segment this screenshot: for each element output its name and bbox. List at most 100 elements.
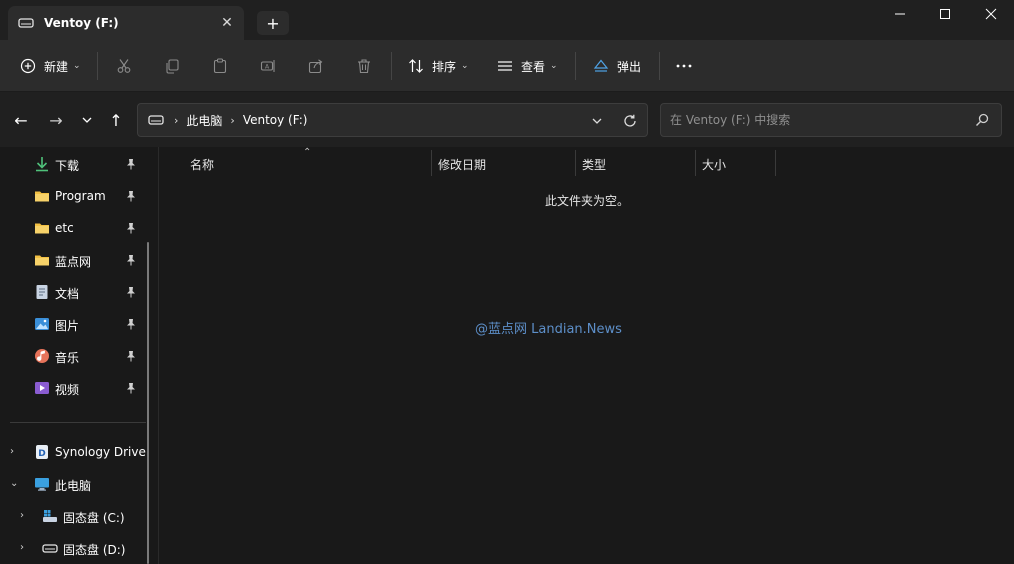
column-header-size[interactable]: 大小 [702, 150, 774, 178]
new-label: 新建 [44, 59, 69, 74]
sidebar-item-videos[interactable]: 视频 [0, 374, 150, 402]
sidebar-item-music[interactable]: 音乐 [0, 342, 150, 370]
sidebar-item-label: 音乐 [55, 351, 80, 365]
column-header-type[interactable]: 类型 [582, 150, 694, 178]
column-header-modified[interactable]: 修改日期 [438, 150, 573, 178]
breadcrumb-separator: › [230, 113, 235, 127]
chevron-down-icon [82, 117, 92, 123]
tab-title: Ventoy (F:) [44, 16, 119, 30]
back-button[interactable]: ← [9, 108, 33, 132]
breadcrumb-separator: › [174, 113, 179, 127]
synology-drive-icon: D [36, 445, 48, 459]
sidebar-item-label: etc [55, 221, 74, 235]
sort-icon [409, 59, 423, 73]
navigation-pane: 下载 Program etc 蓝点网 文档 图片 音乐 视频 › D Synol… [0, 147, 158, 564]
delete-icon [358, 59, 370, 74]
watermark: @蓝点网 Landian.News [475, 322, 622, 337]
sidebar-item-label: 视频 [55, 383, 80, 397]
chevron-right-icon[interactable]: › [20, 510, 24, 521]
sidebar-item-pictures[interactable]: 图片 [0, 310, 150, 338]
sidebar-item-drive-d[interactable]: › 固态盘 (D:) [8, 534, 158, 562]
tab-ventoy[interactable]: Ventoy (F:) ✕ [8, 6, 244, 40]
search-box[interactable] [660, 103, 1002, 137]
chevron-right-icon[interactable]: › [10, 446, 14, 457]
sidebar-item-this-pc[interactable]: ⌄ 此电脑 [0, 470, 150, 498]
up-button[interactable]: ↑ [104, 108, 128, 132]
pin-icon[interactable] [125, 350, 137, 362]
pin-icon[interactable] [125, 222, 137, 234]
address-history-button[interactable] [587, 111, 607, 131]
pin-icon[interactable] [125, 254, 137, 266]
share-button[interactable] [308, 52, 324, 80]
recent-locations-button[interactable] [75, 108, 99, 132]
breadcrumb-this-pc[interactable]: 此电脑 [186, 112, 222, 129]
delete-button[interactable] [356, 52, 372, 80]
sidebar-item-landian[interactable]: 蓝点网 [0, 246, 150, 274]
eject-button[interactable]: 弹出 [593, 52, 641, 80]
rename-button[interactable]: A [260, 52, 276, 80]
pin-icon[interactable] [125, 158, 137, 170]
copy-button[interactable] [164, 52, 180, 80]
folder-icon [35, 191, 49, 202]
view-label: 查看 [521, 59, 546, 74]
view-button[interactable]: 查看 ⌄ [497, 52, 558, 80]
new-tab-button[interactable]: + [257, 11, 289, 35]
pin-icon[interactable] [125, 382, 137, 394]
pin-icon[interactable] [125, 318, 137, 330]
paste-button[interactable] [212, 52, 228, 80]
sidebar-item-synology-drive[interactable]: › D Synology Drive [0, 438, 150, 466]
sidebar-item-label: 固态盘 (D:) [63, 543, 126, 557]
breadcrumb-ventoy[interactable]: Ventoy (F:) [243, 113, 308, 127]
search-input[interactable] [670, 111, 960, 129]
file-list: ⌃ 名称 修改日期 类型 大小 此文件夹为空。 @蓝点网 Landian.New… [159, 147, 1014, 564]
sidebar-item-drive-c[interactable]: › 固态盘 (C:) [8, 502, 158, 530]
chevron-down-icon[interactable]: ⌄ [10, 478, 18, 489]
sidebar-item-downloads[interactable]: 下载 [0, 150, 150, 178]
column-divider[interactable] [695, 150, 696, 176]
sidebar-scrollbar[interactable] [147, 242, 149, 564]
pin-icon[interactable] [125, 286, 137, 298]
refresh-button[interactable] [620, 111, 640, 131]
column-divider[interactable] [431, 150, 432, 176]
rename-icon: A [260, 60, 275, 72]
sidebar-item-program[interactable]: Program [0, 182, 150, 210]
title-bar: Ventoy (F:) ✕ + [0, 0, 1014, 40]
sidebar-item-label: Synology Drive [55, 445, 146, 459]
pictures-icon [35, 318, 49, 330]
toolbar-divider [391, 52, 392, 80]
sidebar-item-label: 下载 [55, 159, 80, 173]
minimize-icon [895, 13, 905, 15]
column-header-name[interactable]: 名称 [190, 150, 430, 178]
new-button[interactable]: 新建 ⌄ [20, 52, 81, 80]
sidebar-item-etc[interactable]: etc [0, 214, 150, 242]
document-icon [36, 285, 48, 299]
close-window-button[interactable] [968, 0, 1014, 28]
forward-button[interactable]: → [44, 108, 68, 132]
copy-icon [166, 59, 179, 74]
plus-circle-icon [20, 58, 36, 74]
folder-icon [35, 223, 49, 234]
more-options-button[interactable] [675, 52, 693, 80]
column-divider[interactable] [575, 150, 576, 176]
share-icon [308, 59, 323, 74]
cut-button[interactable] [116, 52, 132, 80]
sort-button[interactable]: 排序 ⌄ [408, 52, 469, 80]
column-header-label: 类型 [582, 157, 607, 172]
column-divider[interactable] [775, 150, 776, 176]
toolbar-divider [659, 52, 660, 80]
empty-folder-message: 此文件夹为空。 [545, 194, 630, 208]
pin-icon[interactable] [125, 190, 137, 202]
this-pc-icon [35, 478, 49, 491]
sidebar-divider [10, 422, 146, 423]
tab-close-button[interactable]: ✕ [218, 14, 236, 32]
search-icon[interactable] [975, 113, 989, 127]
minimize-button[interactable] [877, 0, 923, 28]
eject-label: 弹出 [617, 59, 642, 74]
address-bar[interactable]: › 此电脑 › Ventoy (F:) [137, 103, 648, 137]
chevron-right-icon[interactable]: › [20, 542, 24, 553]
svg-text:A: A [265, 64, 270, 71]
drive-icon [148, 115, 164, 125]
maximize-button[interactable] [922, 0, 968, 28]
sidebar-item-documents[interactable]: 文档 [0, 278, 150, 306]
toolbar-divider [575, 52, 576, 80]
